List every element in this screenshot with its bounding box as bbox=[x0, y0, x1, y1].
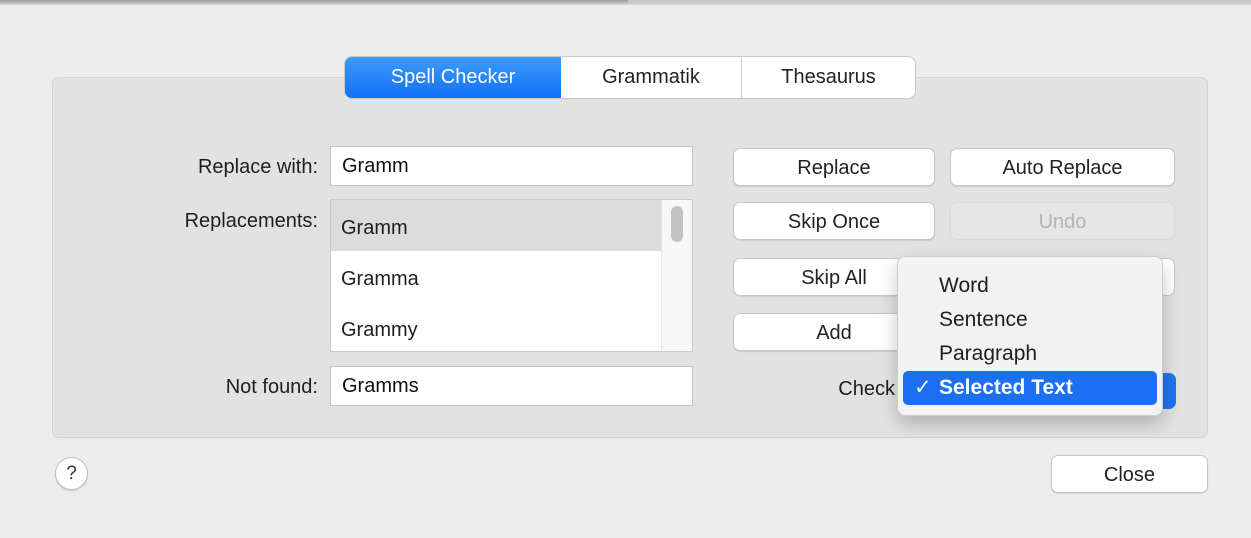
replacements-list[interactable]: Gramm Gramma Grammy bbox=[330, 199, 693, 352]
list-item[interactable]: Grammy bbox=[331, 302, 692, 351]
replace-with-field[interactable]: Gramm bbox=[330, 146, 693, 186]
menu-item-word[interactable]: Word bbox=[903, 269, 1157, 303]
check-dropdown-menu: Word Sentence Paragraph ✓ Selected Text bbox=[897, 256, 1163, 416]
menu-item-paragraph[interactable]: Paragraph bbox=[903, 337, 1157, 371]
replace-button[interactable]: Replace bbox=[733, 148, 935, 186]
window-top-edge-right bbox=[628, 0, 1251, 3]
close-button[interactable]: Close bbox=[1051, 455, 1208, 493]
not-found-field[interactable]: Gramms bbox=[330, 366, 693, 406]
replacements-scrollbar[interactable] bbox=[661, 200, 692, 351]
menu-item-sentence[interactable]: Sentence bbox=[903, 303, 1157, 337]
auto-replace-button[interactable]: Auto Replace bbox=[950, 148, 1175, 186]
tab-bar: Spell Checker Grammatik Thesaurus bbox=[345, 57, 915, 98]
list-item[interactable]: Gramm bbox=[331, 200, 692, 251]
list-item[interactable]: Gramma bbox=[331, 251, 692, 302]
replace-with-label: Replace with: bbox=[197, 156, 318, 178]
tab-thesaurus[interactable]: Thesaurus bbox=[741, 57, 915, 98]
not-found-label: Not found: bbox=[225, 376, 318, 398]
scrollbar-thumb[interactable] bbox=[671, 206, 683, 242]
skip-once-button[interactable]: Skip Once bbox=[733, 202, 935, 240]
tab-grammatik[interactable]: Grammatik bbox=[561, 57, 741, 98]
checkmark-icon: ✓ bbox=[914, 376, 932, 399]
check-label: Check bbox=[838, 378, 895, 400]
menu-item-label: Selected Text bbox=[939, 376, 1073, 399]
undo-button[interactable]: Undo bbox=[950, 202, 1175, 240]
menu-item-selected-text[interactable]: ✓ Selected Text bbox=[903, 371, 1157, 405]
tab-spell-checker[interactable]: Spell Checker bbox=[345, 57, 561, 98]
replacements-label: Replacements: bbox=[184, 210, 318, 232]
help-icon[interactable]: ? bbox=[55, 457, 88, 490]
